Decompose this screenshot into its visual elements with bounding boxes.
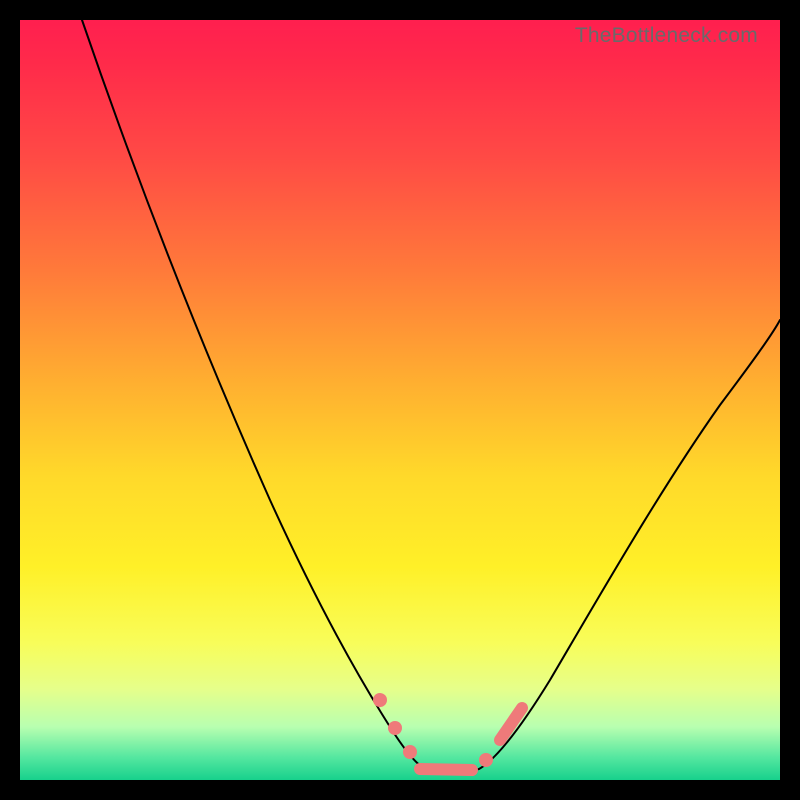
marker-flat-segment	[420, 769, 472, 770]
left-curve	[82, 20, 427, 770]
plot-area: TheBottleneck.com	[20, 20, 780, 780]
marker-dot-left-lower	[388, 721, 402, 735]
marker-dot-left-upper	[373, 693, 387, 707]
right-curve	[479, 320, 780, 769]
marker-dot-left-near-floor	[403, 745, 417, 759]
marker-right-segment	[500, 708, 522, 740]
chart-frame: TheBottleneck.com	[0, 0, 800, 800]
chart-svg	[20, 20, 780, 780]
marker-dot-right-near-floor	[479, 753, 493, 767]
